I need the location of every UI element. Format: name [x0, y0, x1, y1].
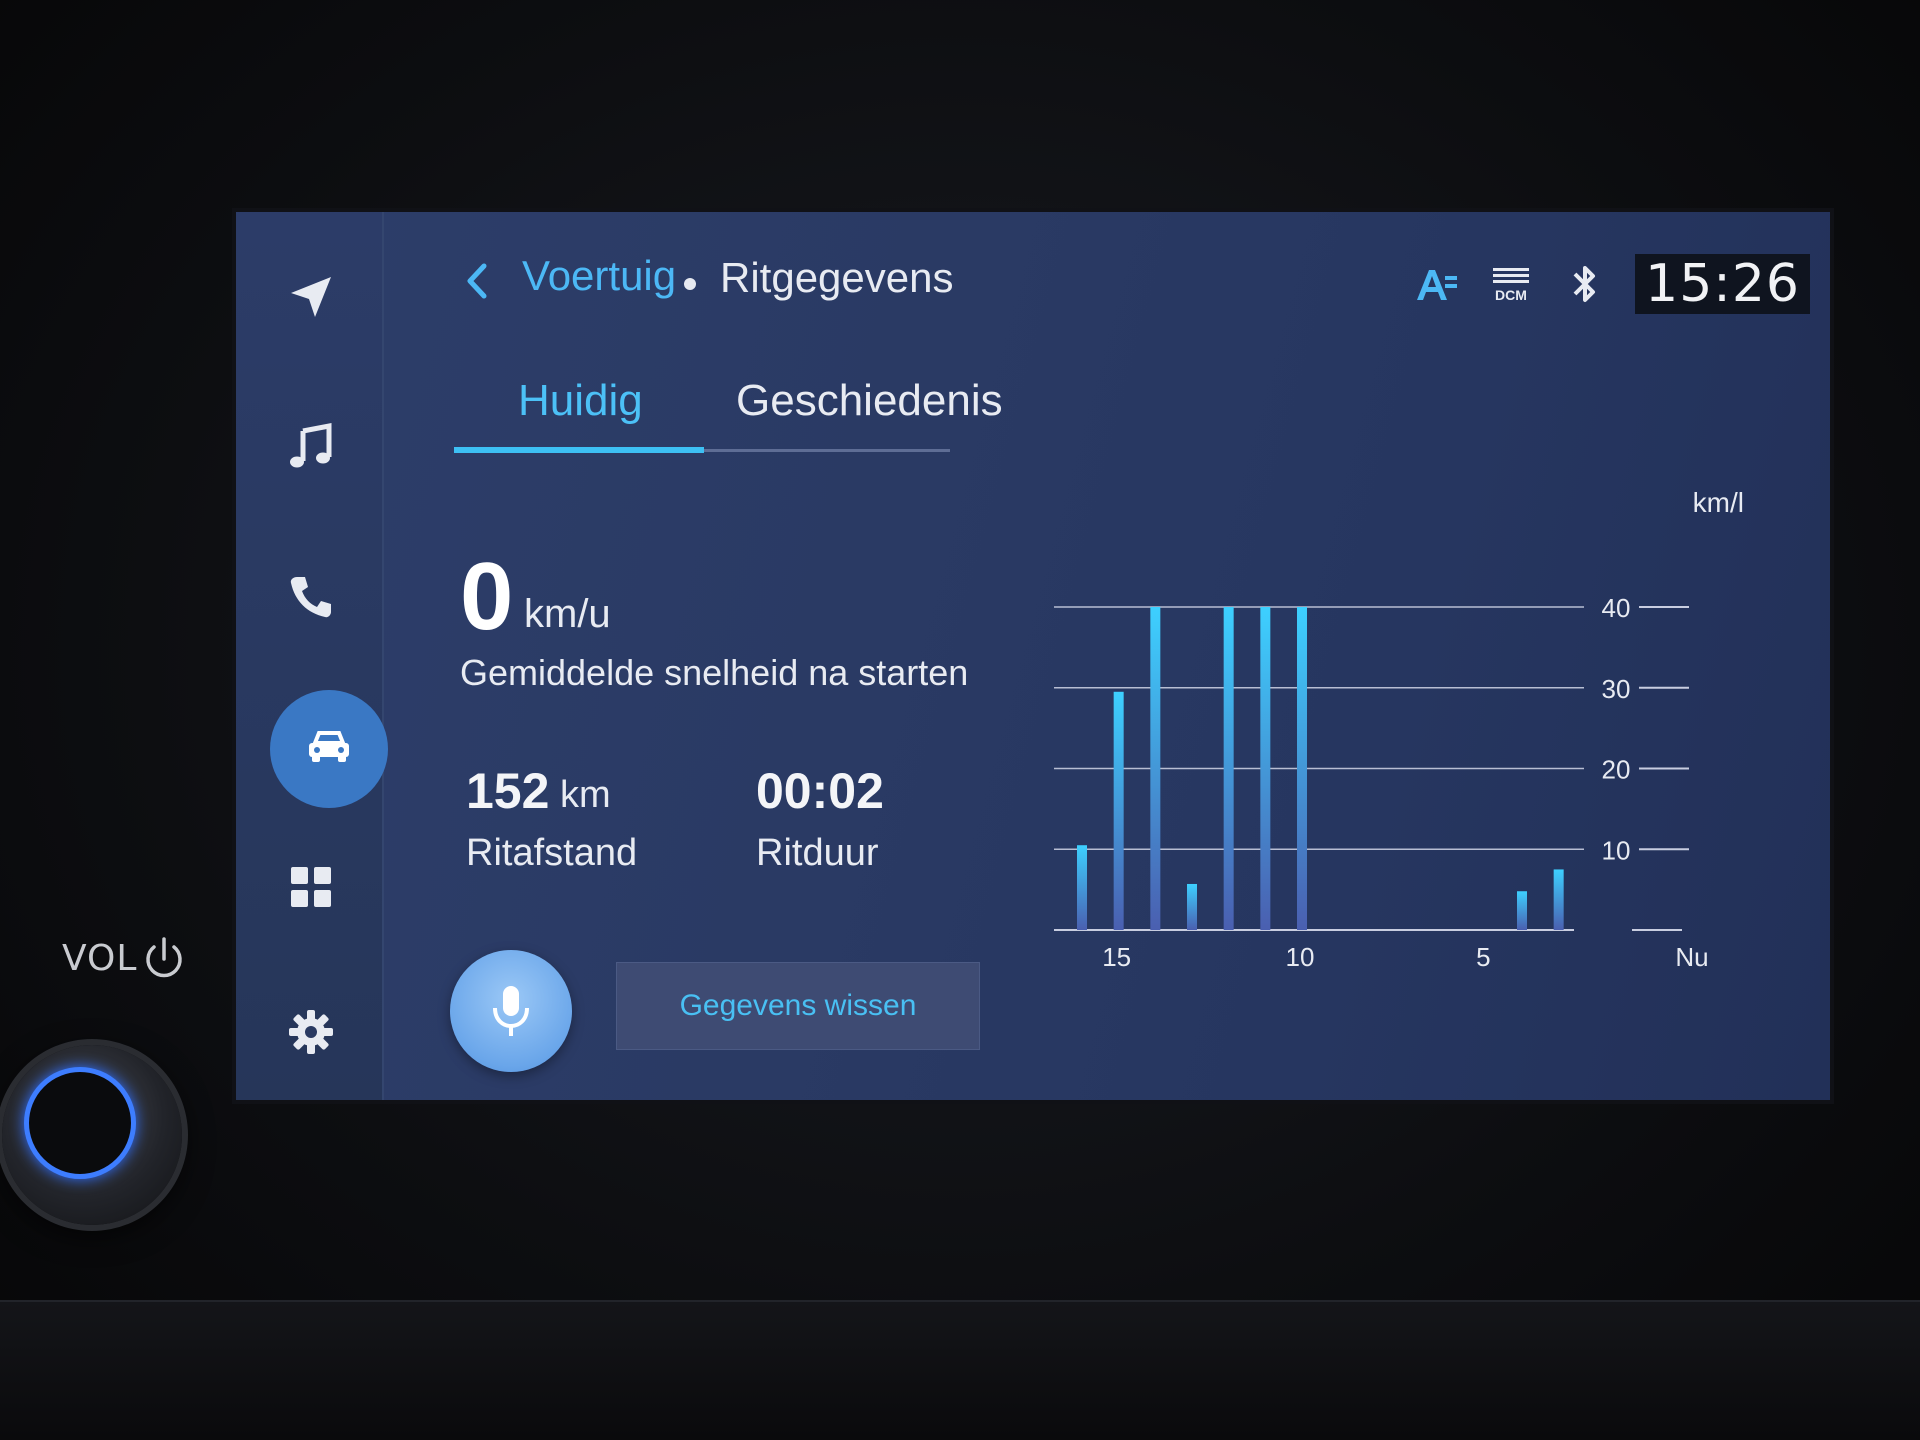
- trip-duration-value: 00:02: [756, 763, 884, 819]
- chart-bar: [1553, 869, 1564, 930]
- chart-bar: [1150, 607, 1161, 930]
- voice-button[interactable]: [450, 950, 572, 1072]
- chart-bar: [1223, 607, 1234, 930]
- sidebar-item-apps[interactable]: [266, 842, 356, 932]
- trip-distance-unit: km: [560, 774, 611, 816]
- car-icon: [309, 731, 349, 762]
- chart-y-tick-label: 20: [1602, 755, 1631, 785]
- microphone-icon: [493, 986, 529, 1036]
- sidebar: [236, 212, 388, 1100]
- sidebar-item-navigation[interactable]: [266, 252, 356, 342]
- chart-x-tick-label: Nu: [1675, 942, 1708, 972]
- dcm-label: DCM: [1495, 287, 1527, 303]
- volume-label: VOL: [62, 938, 138, 979]
- phone-icon: [290, 577, 331, 618]
- chart-bar: [1077, 845, 1087, 930]
- chart-x-tick-label: 10: [1286, 942, 1315, 972]
- main-content: Voertuig Ritgegevens DCM 15:26 Huidig Ge…: [384, 212, 1830, 1100]
- lower-console-trim: [0, 1300, 1920, 1440]
- text-size-icon: [1417, 270, 1458, 300]
- chart-bar: [1260, 607, 1271, 930]
- tab-current[interactable]: Huidig: [518, 376, 643, 426]
- chart-bar: [1187, 883, 1197, 930]
- chart-x-tick-label: 5: [1476, 942, 1490, 972]
- clear-data-button[interactable]: Gegevens wissen: [616, 962, 980, 1050]
- back-chevron-icon[interactable]: [456, 256, 496, 306]
- power-icon: [146, 937, 182, 978]
- clock: 15:26: [1635, 254, 1810, 314]
- breadcrumb-parent[interactable]: Voertuig: [522, 252, 676, 300]
- dcm-icon: DCM: [1493, 268, 1530, 303]
- page-title: Ritgegevens: [720, 254, 954, 301]
- average-speed-unit: km/u: [524, 592, 611, 636]
- chart-bar: [1113, 691, 1124, 930]
- chart-y-unit: km/l: [1693, 487, 1744, 518]
- infotainment-screen: Voertuig Ritgegevens DCM 15:26 Huidig Ge…: [236, 212, 1830, 1100]
- breadcrumb-separator: [684, 278, 696, 290]
- chart-y-tick-label: 10: [1602, 835, 1631, 865]
- bluetooth-icon: [1573, 266, 1596, 302]
- chart-x-tick-label: 15: [1102, 942, 1131, 972]
- navigation-arrow-icon: [291, 277, 331, 317]
- volume-knob[interactable]: [2, 1045, 182, 1225]
- average-speed-label: Gemiddelde snelheid na starten: [460, 652, 969, 693]
- gear-icon: [289, 1010, 333, 1054]
- chart-bar: [1297, 607, 1307, 930]
- sidebar-item-settings[interactable]: [266, 987, 356, 1077]
- sidebar-item-phone[interactable]: [266, 552, 356, 642]
- tab-history[interactable]: Geschiedenis: [736, 376, 1003, 426]
- chart-y-tick-label: 40: [1602, 593, 1631, 623]
- status-bar: DCM 15:26: [1413, 254, 1810, 314]
- sidebar-item-vehicle[interactable]: [270, 690, 388, 808]
- trip-distance-label: Ritafstand: [466, 832, 638, 874]
- trip-duration-label: Ritduur: [756, 832, 879, 874]
- tab-bar: Huidig Geschiedenis: [454, 362, 1003, 453]
- chart-y-tick-label: 30: [1602, 674, 1631, 704]
- apps-grid-icon: [291, 867, 331, 907]
- sidebar-item-media[interactable]: [266, 402, 356, 492]
- trip-distance-value: 152: [466, 763, 550, 819]
- fuel-economy-chart: km/l 10 20 30 40 15 10 5 Nu: [1054, 487, 1744, 972]
- chart-bar: [1517, 891, 1527, 930]
- active-tab-indicator: [454, 447, 704, 453]
- volume-knob-ring: [24, 1067, 136, 1179]
- average-speed-value: 0: [460, 543, 514, 650]
- music-note-icon: [290, 422, 332, 468]
